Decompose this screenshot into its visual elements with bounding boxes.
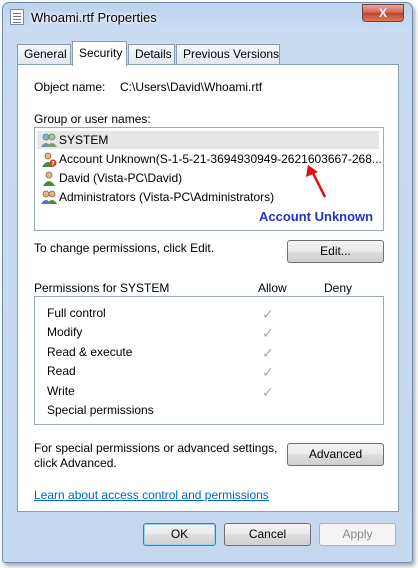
user-row-system[interactable]: SYSTEM — [37, 131, 379, 149]
allow-check-icon: ✓ — [262, 306, 274, 322]
allow-check-icon: ✓ — [262, 345, 274, 361]
permission-row: Read & execute — [47, 343, 132, 361]
permission-name: Read & execute — [47, 345, 133, 359]
user-name: David (Vista-PC\David) — [59, 171, 183, 185]
user-list[interactable]: SYSTEM ? Account Unknown(S-1-5-21-369493… — [34, 127, 384, 231]
user-row-david[interactable]: David (Vista-PC\David) — [37, 169, 182, 187]
permission-name: Full control — [47, 306, 106, 320]
change-permissions-text: To change permissions, click Edit. — [34, 241, 215, 255]
advanced-button[interactable]: Advanced — [287, 443, 384, 466]
object-name-value: C:\Users\David\Whoami.rtf — [120, 80, 263, 94]
permission-name: Write — [47, 384, 75, 398]
security-tab-panel: Object name: C:\Users\David\Whoami.rtf G… — [17, 64, 399, 512]
group-names-label: Group or user names: — [34, 112, 151, 126]
svg-text:?: ? — [51, 161, 55, 168]
annotation-account-unknown: Account Unknown — [259, 209, 374, 224]
permission-row: Full control — [47, 304, 106, 322]
allow-check-icon: ✓ — [262, 325, 274, 341]
user-row-administrators[interactable]: Administrators (Vista-PC\Administrators) — [37, 188, 274, 206]
tab-previous-versions[interactable]: Previous Versions — [176, 44, 280, 65]
permission-name: Modify — [47, 325, 83, 339]
user-name: SYSTEM — [59, 133, 109, 147]
properties-window: Whoami.rtf Properties X General Security… — [2, 2, 413, 563]
tab-details[interactable]: Details — [128, 44, 175, 65]
tab-security[interactable]: Security — [72, 41, 127, 66]
deny-column-header: Deny — [324, 281, 353, 295]
unknown-user-icon: ? — [42, 152, 57, 168]
allow-check-icon: ✓ — [262, 364, 274, 380]
permission-name: Special permissions — [47, 403, 154, 417]
title-bar[interactable]: Whoami.rtf Properties X — [3, 3, 412, 33]
red-arrow-annotation — [306, 165, 327, 198]
window-title: Whoami.rtf Properties — [31, 10, 157, 25]
special-permissions-text-line2: click Advanced. — [34, 456, 117, 470]
user-name: Account Unknown(S-1-5-21-3694930949-2621… — [59, 152, 382, 166]
group-users-icon — [41, 133, 57, 147]
edit-button[interactable]: Edit... — [287, 240, 384, 263]
permissions-header: Permissions for SYSTEM — [34, 281, 170, 295]
permissions-list[interactable]: Full control ✓ Modify ✓ Read & execute ✓… — [34, 296, 384, 425]
allow-column-header: Allow — [258, 281, 287, 295]
object-name-label: Object name: — [34, 80, 106, 94]
user-row-account-unknown[interactable]: ? Account Unknown(S-1-5-21-3694930949-26… — [37, 150, 382, 168]
group-users-icon — [41, 190, 57, 204]
permission-row: Read — [47, 362, 76, 380]
permission-row: Modify — [47, 323, 82, 341]
tab-general[interactable]: General — [17, 44, 71, 65]
permission-row: Special permissions — [47, 401, 154, 419]
special-permissions-text-line1: For special permissions or advanced sett… — [34, 441, 278, 455]
ok-button[interactable]: OK — [143, 523, 216, 546]
document-icon — [10, 9, 24, 25]
apply-button[interactable]: Apply — [319, 523, 396, 546]
user-icon — [43, 171, 55, 186]
learn-more-link[interactable]: Learn about access control and permissio… — [34, 488, 269, 502]
user-name: Administrators (Vista-PC\Administrators) — [59, 190, 275, 204]
cancel-button[interactable]: Cancel — [224, 523, 311, 546]
close-button[interactable]: X — [362, 4, 404, 22]
permission-row: Write — [47, 382, 75, 400]
allow-check-icon: ✓ — [262, 384, 274, 400]
permission-name: Read — [47, 364, 76, 378]
